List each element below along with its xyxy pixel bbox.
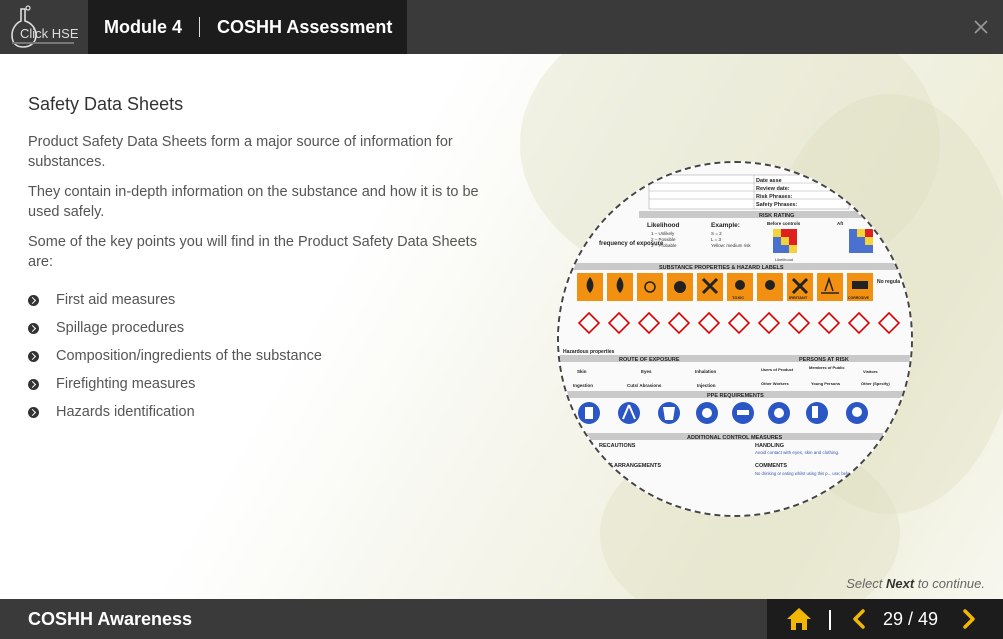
title-separator (199, 17, 201, 37)
close-button[interactable] (971, 17, 991, 37)
chevron-left-icon (853, 609, 865, 629)
page-heading: Safety Data Sheets (28, 94, 184, 114)
top-bar: Click HSE Module 4 COSHH Assessment (0, 0, 1003, 54)
key-points-list: First aid measures Spillage procedures C… (28, 286, 322, 426)
home-icon (787, 608, 811, 630)
list-item: Composition/ingredients of the substance (28, 342, 322, 370)
route-skin: Skin (577, 369, 587, 374)
logo: Click HSE (0, 0, 88, 54)
example-value: L = 3 (711, 237, 721, 242)
bullet-chevron-icon (28, 406, 39, 418)
bottom-bar: COSHH Awareness 29 / 49 (0, 599, 1003, 639)
list-item: First aid measures (28, 286, 322, 314)
route-injection: Injection (697, 383, 716, 388)
previous-button[interactable] (851, 609, 867, 629)
logo-text: Click HSE (20, 26, 79, 41)
bullet-chevron-icon (28, 378, 39, 390)
module-label: Module 4 (104, 16, 183, 37)
route-title: ROUTE OF EXPOSURE (619, 357, 680, 363)
course-name: COSHH Awareness (28, 609, 193, 629)
list-item: Spillage procedures (28, 314, 322, 342)
page-counter: 29 / 49 (883, 609, 939, 629)
after-controls-label: Aft (837, 221, 844, 226)
nav-separator (829, 610, 831, 630)
intro-paragraph: Product Safety Data Sheets form a major … (28, 134, 453, 170)
substance-props-title: SUBSTANCE PROPERTIES & HAZARD LABELS (659, 265, 784, 271)
corrosive-text: CORROSIVE (848, 296, 870, 300)
coshh-form-image: Date asse Review date: Risk Phrases: Saf… (559, 163, 911, 515)
person-other: Other (Specify) (861, 381, 890, 386)
risk-matrix (773, 229, 797, 253)
risk-rating-title: RISK RATING (759, 213, 794, 219)
hazardous-properties-label: Hazardous properties (563, 349, 615, 355)
bullet-chevron-icon (28, 294, 39, 306)
list-item-label: Firefighting measures (56, 376, 196, 392)
list-item: Firefighting measures (28, 370, 322, 398)
date-label: Date asse (756, 178, 782, 184)
risk-matrix-after (849, 229, 873, 253)
irritant-text: IRRITANT (789, 295, 808, 300)
before-controls-label: Before controls (767, 221, 801, 226)
list-item: Hazards identification (28, 398, 322, 426)
route-eyes: Eyes (641, 369, 652, 374)
frequency-label: frequency of exposure (599, 241, 664, 247)
list-item-label: Hazards identification (56, 404, 195, 420)
safety-data-sheet-magnifier: Date asse Review date: Risk Phrases: Saf… (557, 161, 913, 517)
handling-text: Avoid contact with eyes, skin and clothi… (755, 450, 839, 455)
close-icon (974, 20, 988, 34)
example-label: Example: (711, 222, 740, 229)
person-young: Young Persons (811, 381, 841, 386)
toxic-text: TOXIC (732, 295, 744, 300)
comments-label: COMMENTS (755, 463, 787, 469)
hint-text-end: to continue. (914, 576, 985, 591)
course-title: COSHH Assessment (217, 16, 393, 37)
persons-title: PERSONS AT RISK (799, 357, 849, 363)
example-value: Yellow: medium risk (711, 243, 751, 248)
risk-phrases-label: Risk Phrases: (756, 194, 793, 200)
route-bar (559, 355, 911, 362)
ppe-title: PPE REQUIREMENTS (707, 393, 764, 399)
hazard-label-oxidising (637, 273, 663, 301)
hazard-label-environment (817, 273, 843, 301)
likelihood-option: 1 – Unlikely (651, 231, 675, 236)
list-item-label: First aid measures (56, 292, 176, 308)
list-item-label: Composition/ingredients of the substance (56, 348, 322, 364)
logo-underline (12, 42, 74, 44)
likelihood-label: Likelihood (647, 222, 680, 229)
person-users: Users of Product (761, 367, 794, 372)
title-block: Module 4 COSHH Assessment (88, 0, 407, 54)
continue-hint: Select Next to continue. (846, 576, 985, 591)
review-date-label: Review date: (756, 186, 790, 192)
additional-title: ADDITIONAL CONTROL MEASURES (687, 435, 782, 441)
safety-phrases-label: Safety Phrases: (756, 202, 797, 208)
hint-text: Select (846, 576, 886, 591)
hint-next: Next (885, 576, 915, 591)
likelihood-axis-label: Likelihood (775, 257, 793, 262)
handling-label: HANDLING (755, 443, 784, 449)
no-regulation-label: No regula (877, 279, 900, 285)
chevron-right-icon (963, 609, 975, 629)
next-button[interactable] (961, 609, 977, 629)
route-cuts: Cuts/ Abrasions (627, 383, 662, 388)
bullet-chevron-icon (28, 350, 39, 362)
navigation-controls: 29 / 49 (767, 599, 1003, 639)
key-points-paragraph: Some of the key points you will find in … (28, 234, 477, 270)
person-public: Members of Public (809, 365, 845, 370)
info-paragraph: They contain in-depth information on the… (28, 184, 479, 220)
bullet-chevron-icon (28, 322, 39, 334)
precautions-label: RECAUTIONS (599, 443, 636, 449)
route-ingestion: Ingestion (573, 383, 593, 388)
content-area: Safety Data Sheets Product Safety Data S… (0, 54, 1003, 599)
form-header: Date asse Review date: Risk Phrases: Saf… (648, 174, 850, 210)
comments-text: No drinking or eating whilst using this … (755, 471, 906, 476)
list-item-label: Spillage procedures (56, 320, 185, 336)
home-button[interactable] (785, 606, 813, 632)
arrangements-label: E ARRANGEMENTS (609, 463, 661, 469)
example-value: S = 2 (711, 231, 722, 236)
person-visitors: Visitors (863, 369, 878, 374)
person-workers: Other Workers (761, 381, 789, 386)
route-inhalation: Inhalation (695, 369, 717, 374)
